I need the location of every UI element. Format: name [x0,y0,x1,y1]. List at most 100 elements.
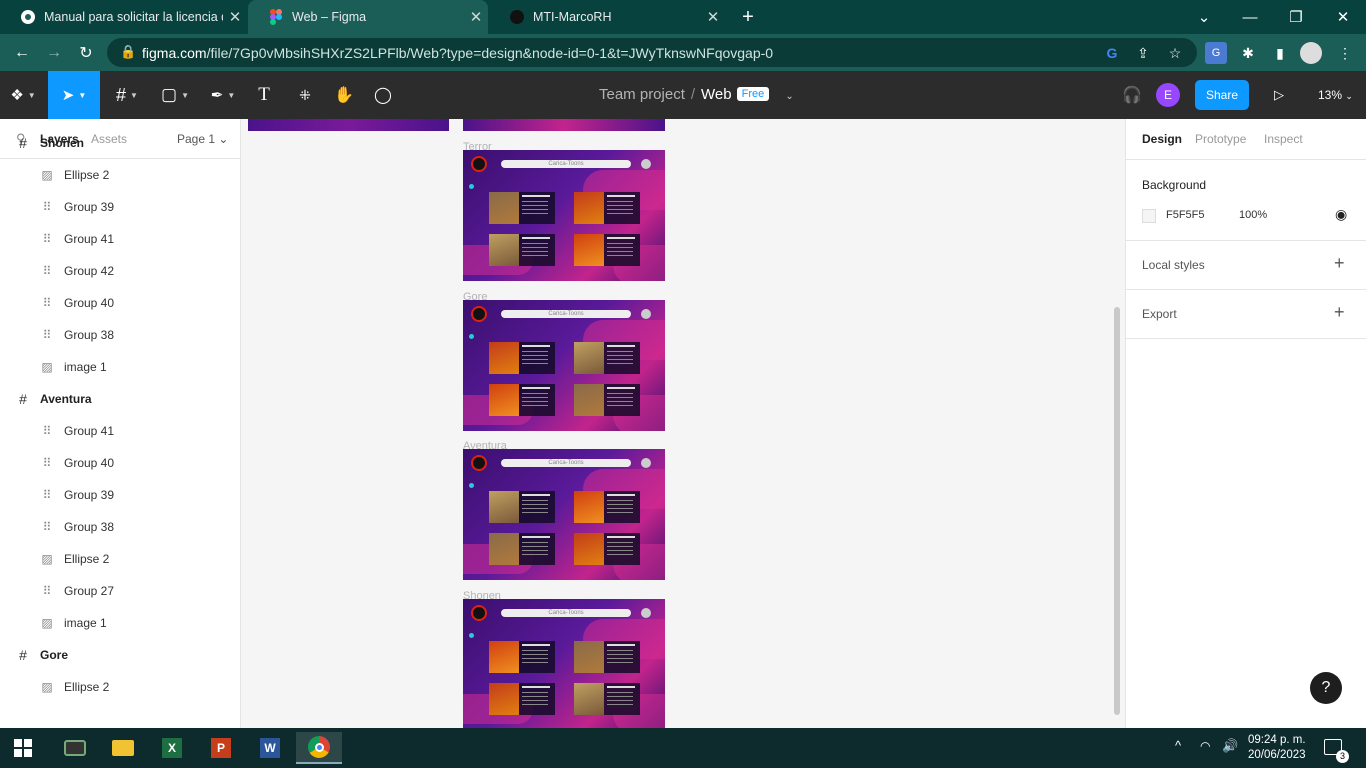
new-tab-button[interactable]: + [730,0,766,34]
volume-icon[interactable]: 🔊 [1222,738,1238,754]
anime-card [574,533,640,565]
frame-tool-button[interactable]: # ▼ [104,71,150,119]
layer-row-image[interactable]: ▨ Ellipse 2 [0,159,240,191]
forward-icon[interactable]: → [41,40,67,66]
layer-row-group[interactable]: ⠿ Group 39 [0,191,240,223]
eye-icon[interactable]: ◉ [1335,206,1347,223]
word-icon[interactable]: W [247,732,293,764]
minimize-button[interactable]: — [1227,0,1273,34]
wifi-icon[interactable]: ◠ [1200,739,1210,753]
card-title-line [607,195,635,197]
audio-headphones-icon[interactable]: 🎧 [1120,71,1144,119]
chevron-down-icon[interactable]: ⌄ [785,91,793,102]
back-icon[interactable]: ← [9,40,35,66]
tab-design[interactable]: Design [1142,132,1182,146]
google-icon[interactable]: G [1102,43,1122,63]
comment-tool-button[interactable]: ◯ [369,71,397,119]
background-opacity-input[interactable]: 100% [1239,209,1267,221]
layer-row-group[interactable]: ⠿ Group 40 [0,287,240,319]
frame-artboard[interactable]: Carica-Toons [463,299,665,431]
mock-avatar [641,458,651,468]
layer-row-group[interactable]: ⠿ Group 41 [0,223,240,255]
layer-row-image[interactable]: ▨ image 1 [0,607,240,639]
layer-row-group[interactable]: ⠿ Group 39 [0,479,240,511]
tab-search-button[interactable]: ⌄ [1181,0,1227,34]
browser-tab-github[interactable]: MTI-MarcoRH ✕ [489,0,725,34]
extensions-puzzle-icon[interactable]: ✱ [1237,42,1259,64]
profile-avatar[interactable] [1300,42,1322,64]
layer-name: Group 39 [64,488,115,502]
anime-cover-image [574,192,604,224]
share-page-icon[interactable]: ⇪ [1133,43,1153,63]
browser-tab-manual[interactable]: Manual para solicitar la licencia d ✕ [0,0,247,34]
card-text-line [607,354,633,356]
close-window-button[interactable]: ✕ [1320,0,1366,34]
tab-close-icon[interactable]: ✕ [464,8,488,26]
layer-row-group[interactable]: ⠿ Group 42 [0,255,240,287]
add-export-plus-icon[interactable]: + [1334,302,1345,323]
image-layer-icon: ▨ [41,168,53,182]
side-panel-icon[interactable]: ▮ [1269,42,1291,64]
text-tool-button[interactable]: T [250,71,278,119]
layer-row-group[interactable]: ⠿ Group 27 [0,575,240,607]
main-menu-button[interactable]: ❖ ▼ [0,71,46,119]
pen-tool-button[interactable]: ✒ ▼ [200,71,246,119]
breadcrumb-team[interactable]: Team project [599,86,685,103]
tray-chevron-up-icon[interactable]: ^ [1175,738,1181,753]
browser-tab-figma[interactable]: Web – Figma ✕ [248,0,488,34]
frame-artboard[interactable]: Carica-Toons [463,150,665,281]
powerpoint-icon[interactable]: P [198,732,244,764]
tab-close-icon[interactable]: ✕ [701,8,725,26]
help-button[interactable]: ? [1310,672,1342,704]
system-clock[interactable]: 09:24 p. m. 20/06/2023 [1248,733,1306,763]
layer-row-frame[interactable]: # Gore [0,639,240,671]
frame-partial-left[interactable] [248,119,449,131]
design-canvas[interactable]: Terror Carica-Toons Gore Carica-Toons Aventu… [241,119,1125,728]
share-button[interactable]: Share [1195,80,1249,110]
layer-row-group[interactable]: ⠿ Group 38 [0,319,240,351]
add-style-plus-icon[interactable]: + [1334,253,1345,274]
translate-extension-icon[interactable]: G [1205,42,1227,64]
background-hex-input[interactable]: F5F5F5 [1166,209,1205,221]
notification-count-badge: 3 [1336,750,1349,763]
layer-row-group[interactable]: ⠿ Group 41 [0,415,240,447]
frame-artboard[interactable]: Carica-Toons [463,598,665,728]
layer-row-frame[interactable]: # Shonen [0,127,240,159]
frame-partial-top[interactable] [463,119,665,131]
windows-start-icon[interactable] [0,732,46,764]
move-tool-button[interactable]: ➤ ▼ [48,71,100,119]
card-text-line [607,243,633,244]
breadcrumb-file[interactable]: Web [701,86,732,103]
browser-menu-icon[interactable]: ⋮ [1334,42,1356,64]
url-field[interactable]: 🔒 figma.com/file/7Gp0vMbsihSHXrZS2LPFlb/… [107,38,1197,67]
file-explorer-icon[interactable] [100,732,146,764]
gamebar-icon[interactable] [52,732,98,764]
present-play-icon[interactable]: ▷ [1268,71,1290,119]
frame-artboard[interactable]: Carica-Toons [463,449,665,580]
excel-icon[interactable]: X [149,732,195,764]
shape-tool-button[interactable]: ▢ ▼ [152,71,198,119]
hand-tool-button[interactable]: ✋ [330,71,358,119]
avatar[interactable]: E [1156,83,1180,107]
tab-inspect[interactable]: Inspect [1264,132,1303,146]
canvas-scrollbar[interactable] [1114,307,1120,715]
layer-row-group[interactable]: ⠿ Group 38 [0,511,240,543]
layer-row-image[interactable]: ▨ Ellipse 2 [0,543,240,575]
tab-close-icon[interactable]: ✕ [223,8,247,26]
layer-row-group[interactable]: ⠿ Group 40 [0,447,240,479]
zoom-dropdown[interactable]: 13% ⌄ [1318,88,1353,102]
tab-prototype[interactable]: Prototype [1195,132,1246,146]
card-text-line [607,691,633,693]
chrome-icon[interactable] [296,732,342,764]
layer-row-image[interactable]: ▨ Ellipse 2 [0,671,240,703]
resources-tool-button[interactable]: ⁜ [291,71,319,119]
layer-row-image[interactable]: ▨ image 1 [0,351,240,383]
reload-icon[interactable]: ↻ [73,40,99,66]
layer-row-frame[interactable]: # Aventura [0,383,240,415]
background-swatch[interactable] [1142,209,1156,223]
lock-icon[interactable]: 🔒 [120,44,136,60]
maximize-button[interactable]: ❐ [1273,0,1319,34]
card-text-line [607,201,633,202]
card-title-line [522,685,550,688]
bookmark-star-icon[interactable]: ☆ [1165,43,1185,63]
